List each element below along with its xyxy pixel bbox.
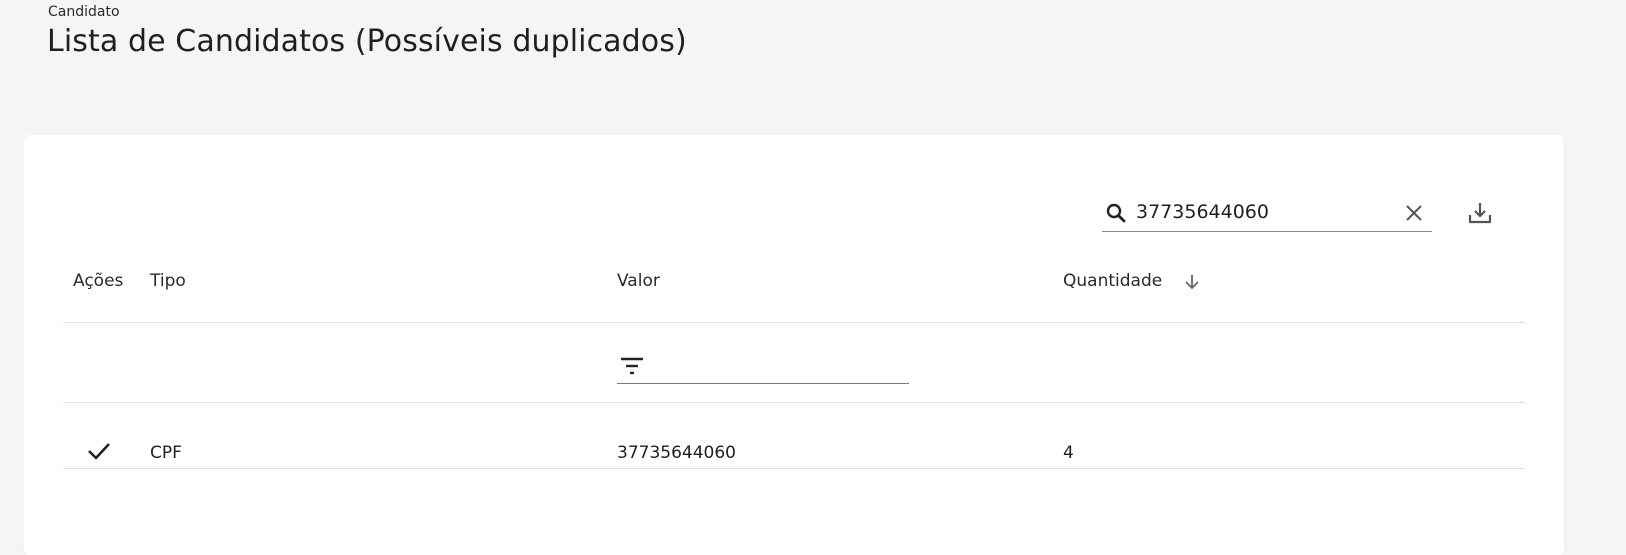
header-divider xyxy=(63,322,1525,323)
cell-valor: 37735644060 xyxy=(617,443,736,463)
valor-filter[interactable] xyxy=(617,347,909,384)
column-header-quantidade[interactable]: Quantidade xyxy=(1063,271,1162,291)
cell-tipo: CPF xyxy=(150,443,182,463)
column-header-valor[interactable]: Valor xyxy=(617,271,660,291)
download-icon[interactable] xyxy=(1466,199,1494,227)
row-divider xyxy=(63,468,1525,469)
search-field[interactable] xyxy=(1102,195,1432,232)
column-header-acoes: Ações xyxy=(73,271,124,291)
filter-divider xyxy=(63,402,1525,403)
page-title: Lista de Candidatos (Possíveis duplicado… xyxy=(47,24,687,59)
column-header-tipo[interactable]: Tipo xyxy=(150,271,186,291)
filter-icon xyxy=(621,357,643,375)
close-icon[interactable] xyxy=(1402,201,1426,225)
cell-quantidade: 4 xyxy=(1063,443,1074,463)
valor-filter-input[interactable] xyxy=(653,351,903,379)
check-icon[interactable] xyxy=(85,437,113,465)
search-input[interactable] xyxy=(1136,197,1386,227)
arrow-down-icon[interactable] xyxy=(1183,273,1201,291)
content-card: Ações Tipo Valor Quantidade CPF 37735644… xyxy=(24,135,1564,555)
breadcrumb[interactable]: Candidato xyxy=(48,4,120,20)
search-icon xyxy=(1106,203,1126,223)
